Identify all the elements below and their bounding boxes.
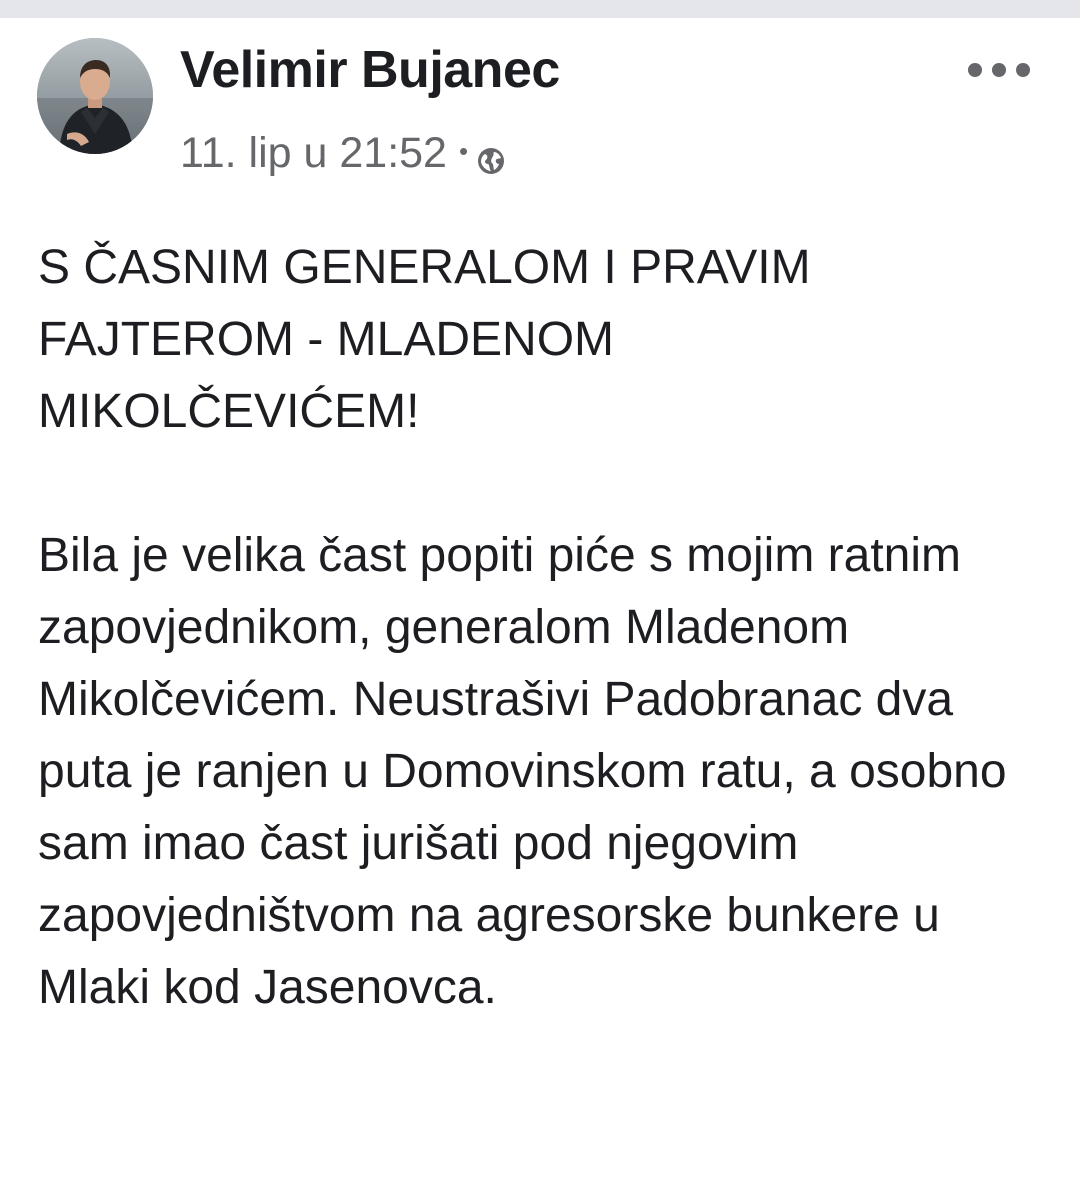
post-text: S ČASNIM GENERALOM I PRAVIM FAJTEROM - M… (38, 232, 1048, 1024)
top-separator-strip (0, 0, 1080, 18)
post-headline: S ČASNIM GENERALOM I PRAVIM FAJTEROM - M… (38, 241, 811, 438)
post-meta: 11. lip u 21:52 • (180, 129, 506, 178)
more-dot-icon (1016, 63, 1030, 77)
more-options-icon[interactable] (968, 50, 1030, 90)
author-name[interactable]: Velimir Bujanec (180, 44, 560, 96)
globe-icon[interactable] (476, 138, 506, 174)
avatar[interactable] (37, 38, 153, 154)
post-timestamp[interactable]: 11. lip u 21:52 (180, 129, 447, 178)
post-body: Bila je velika čast popiti piće s mojim … (38, 529, 1007, 1014)
more-dot-icon (992, 63, 1006, 77)
meta-separator: • (458, 136, 469, 166)
more-dot-icon (968, 63, 982, 77)
